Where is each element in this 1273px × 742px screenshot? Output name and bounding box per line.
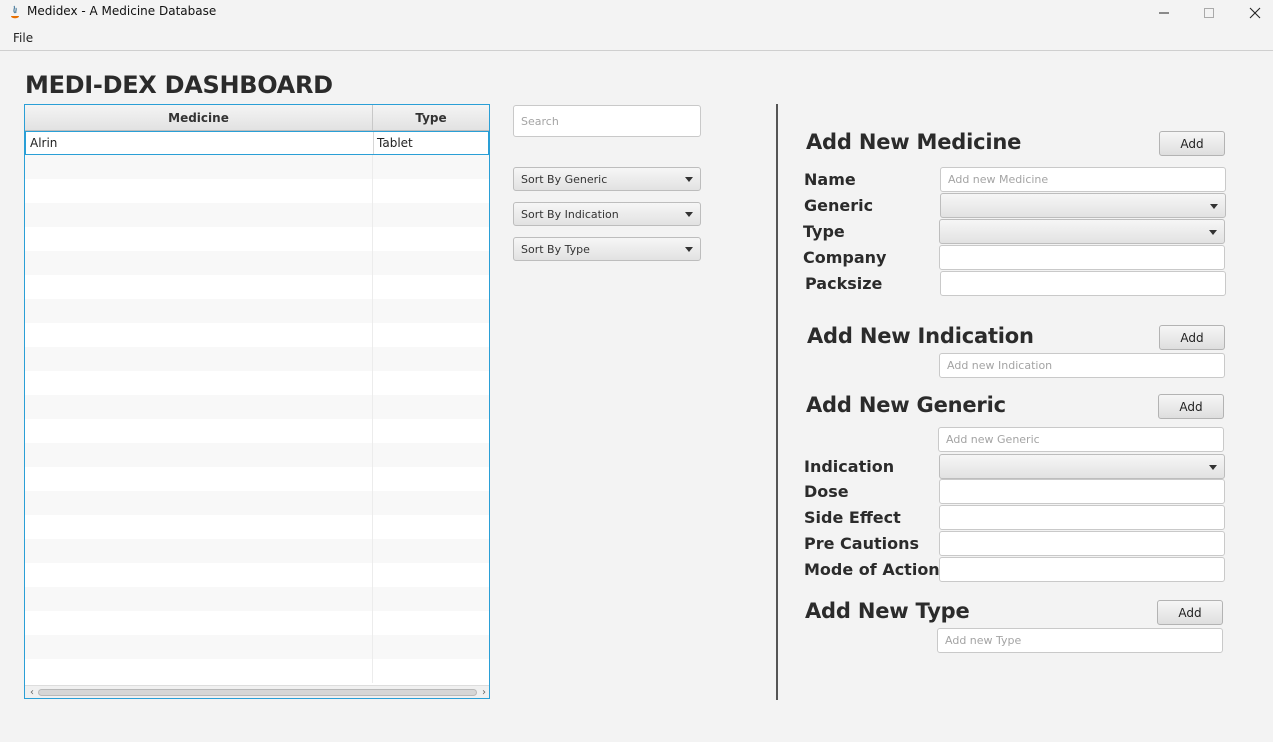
dose-label: Dose (804, 482, 849, 501)
sort-by-type-label: Sort By Type (521, 243, 590, 256)
mode-of-action-input[interactable] (939, 557, 1225, 582)
add-medicine-button[interactable]: Add (1159, 131, 1225, 156)
empty-table-row[interactable] (25, 299, 489, 323)
column-header-type[interactable]: Type (373, 105, 489, 130)
packsize-input[interactable] (940, 271, 1226, 296)
maximize-button[interactable] (1186, 0, 1232, 26)
empty-table-row[interactable] (25, 371, 489, 395)
chevron-down-icon (1210, 204, 1218, 209)
medicine-table[interactable]: Medicine Type Alrin Tablet ‹ › (24, 104, 490, 699)
chevron-down-icon (685, 212, 693, 217)
empty-table-row[interactable] (25, 635, 489, 659)
empty-table-row[interactable] (25, 251, 489, 275)
empty-table-row[interactable] (25, 179, 489, 203)
chevron-down-icon (1209, 230, 1217, 235)
cell-type: Tablet (377, 136, 413, 150)
add-indication-title: Add New Indication (807, 324, 1034, 348)
menu-bar: File (0, 28, 1273, 51)
maximize-icon (1204, 8, 1214, 18)
table-body: Alrin Tablet (25, 131, 489, 683)
horizontal-scrollbar[interactable]: ‹ › (25, 685, 489, 698)
side-effect-label: Side Effect (804, 508, 901, 527)
empty-table-row[interactable] (25, 491, 489, 515)
chevron-down-icon (685, 247, 693, 252)
dashboard-title: MEDI-DEX DASHBOARD (25, 71, 333, 99)
empty-table-row[interactable] (25, 227, 489, 251)
generic-name-input[interactable] (938, 427, 1224, 452)
add-generic-button[interactable]: Add (1158, 394, 1224, 419)
indication-input[interactable] (939, 353, 1225, 378)
sort-by-indication-dropdown[interactable]: Sort By Indication (513, 202, 701, 226)
empty-table-row[interactable] (25, 275, 489, 299)
minimize-button[interactable] (1141, 0, 1187, 26)
empty-table-row[interactable] (25, 611, 489, 635)
generic-combobox[interactable] (940, 193, 1226, 218)
empty-table-row[interactable] (25, 323, 489, 347)
add-generic-title: Add New Generic (806, 393, 1006, 417)
empty-table-row[interactable] (25, 395, 489, 419)
vertical-divider (776, 104, 778, 700)
scroll-left-icon[interactable]: ‹ (27, 686, 37, 698)
type-name-input[interactable] (937, 628, 1223, 653)
empty-table-row[interactable] (25, 419, 489, 443)
add-indication-button[interactable]: Add (1159, 325, 1225, 350)
close-button[interactable] (1232, 0, 1273, 26)
add-type-button[interactable]: Add (1157, 600, 1223, 625)
title-bar: Medidex - A Medicine Database (0, 0, 1273, 26)
dose-input[interactable] (939, 479, 1225, 504)
add-type-title: Add New Type (805, 599, 970, 623)
company-label: Company (803, 248, 887, 267)
table-header: Medicine Type (25, 105, 489, 131)
empty-table-row[interactable] (25, 587, 489, 611)
table-row[interactable]: Alrin Tablet (25, 131, 489, 155)
scrollbar-thumb[interactable] (38, 689, 477, 696)
indication-label: Indication (804, 457, 895, 476)
generic-label: Generic (804, 196, 874, 215)
company-input[interactable] (939, 245, 1225, 270)
sort-by-generic-dropdown[interactable]: Sort By Generic (513, 167, 701, 191)
chevron-down-icon (1209, 465, 1217, 470)
sort-by-type-dropdown[interactable]: Sort By Type (513, 237, 701, 261)
packsize-label: Packsize (805, 274, 883, 293)
empty-table-row[interactable] (25, 515, 489, 539)
sort-by-generic-label: Sort By Generic (521, 173, 608, 186)
empty-table-row[interactable] (25, 443, 489, 467)
name-label: Name (804, 170, 856, 189)
search-input[interactable] (513, 105, 701, 137)
medicine-name-input[interactable] (940, 167, 1226, 192)
window-title: Medidex - A Medicine Database (27, 4, 217, 18)
type-combobox[interactable] (939, 219, 1225, 244)
side-effect-input[interactable] (939, 505, 1225, 530)
mode-of-action-label: Mode of Action (804, 560, 940, 579)
java-app-icon (7, 4, 23, 20)
column-header-medicine[interactable]: Medicine (25, 105, 373, 130)
sort-by-indication-label: Sort By Indication (521, 208, 619, 221)
pre-cautions-label: Pre Cautions (804, 534, 920, 553)
add-medicine-title: Add New Medicine (806, 130, 1022, 154)
empty-table-row[interactable] (25, 539, 489, 563)
empty-table-row[interactable] (25, 659, 489, 683)
minimize-icon (1159, 12, 1169, 14)
indication-combobox[interactable] (939, 454, 1225, 479)
empty-table-row[interactable] (25, 347, 489, 371)
pre-cautions-input[interactable] (939, 531, 1225, 556)
empty-table-row[interactable] (25, 563, 489, 587)
type-label: Type (803, 222, 845, 241)
scroll-right-icon[interactable]: › (479, 686, 489, 698)
menu-file[interactable]: File (8, 31, 38, 45)
empty-table-row[interactable] (25, 155, 489, 179)
close-icon (1249, 7, 1261, 19)
empty-table-row[interactable] (25, 203, 489, 227)
chevron-down-icon (685, 177, 693, 182)
cell-medicine: Alrin (30, 136, 58, 150)
empty-table-row[interactable] (25, 467, 489, 491)
